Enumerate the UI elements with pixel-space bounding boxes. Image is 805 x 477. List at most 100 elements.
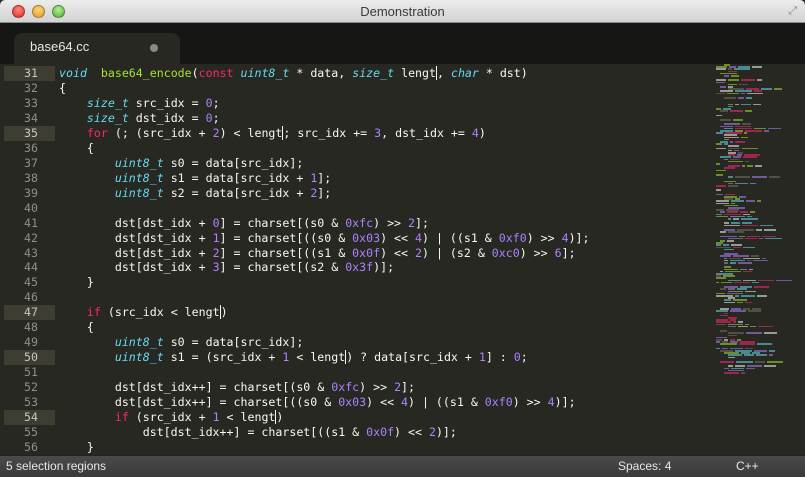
code-token: ) >> (519, 245, 555, 260)
minimap-line (767, 127, 782, 130)
code-token: ] = charset[((s0 & (219, 230, 353, 245)
code-line[interactable]: 54 if (src_idx + 1 < lengt) (4, 410, 712, 426)
code-token: ) (220, 305, 228, 320)
minimap-line (716, 68, 726, 70)
code-token: < lengt (289, 350, 346, 365)
unsaved-dot-icon[interactable] (150, 44, 158, 52)
indentation-selector[interactable]: Spaces: 4 (618, 456, 671, 477)
code-editor[interactable]: 31 void base64_encode(const uint8_t * dat… (4, 64, 801, 455)
minimap-line (757, 343, 773, 345)
tab-base64-cc[interactable]: base64.cc (14, 33, 180, 64)
code-token: < lengt (219, 410, 276, 425)
code-line[interactable]: 48 { (4, 320, 712, 335)
minimap-line (747, 165, 753, 167)
code-line[interactable]: 42 dst[dst_idx + 1] = charset[((s0 & 0x0… (4, 231, 712, 246)
code-token: ) >> (373, 215, 409, 230)
code-token: ) | ((s1 & (421, 230, 499, 245)
status-bar: 5 selection regions Spaces: 4 C++ (0, 455, 805, 477)
code-line[interactable]: 47 if (src_idx < lengt) (4, 305, 712, 321)
code-line[interactable]: 46 (4, 290, 712, 305)
code-line[interactable]: 51 (4, 365, 712, 380)
code-line[interactable]: 45 } (4, 275, 712, 290)
code-line[interactable]: 56 } (4, 440, 712, 455)
line-number: 49 (24, 335, 38, 350)
code-token: dst[dst_idx + (59, 230, 213, 245)
code-line[interactable]: 34 size_t dst_idx = 0; (4, 111, 712, 126)
minimap-line (728, 160, 744, 163)
minimap-line (724, 97, 737, 99)
type-token: void (59, 66, 87, 80)
fullscreen-icon[interactable]: ⤢ (788, 5, 797, 18)
minimap[interactable] (716, 64, 801, 455)
code-line[interactable]: 40 (4, 201, 712, 216)
code-token: dst[dst_idx + (59, 260, 213, 275)
code-line[interactable]: 41 dst[dst_idx + 0] = charset[(s0 & 0xfc… (4, 216, 712, 231)
code-token: ]; (415, 215, 429, 230)
minimap-line (716, 147, 726, 150)
code-line[interactable]: 33 size_t src_idx = 0; (4, 96, 712, 111)
minimap-line (728, 231, 745, 233)
line-number: 32 (24, 80, 38, 95)
minimap-line (754, 361, 765, 363)
close-button[interactable] (12, 5, 25, 18)
minimap-line (757, 279, 774, 282)
minimap-line (761, 88, 773, 90)
number-token: 0x03 (352, 230, 381, 245)
number-token: 1 (212, 410, 220, 425)
zoom-button[interactable] (52, 5, 65, 18)
code-line[interactable]: 38 uint8_t s1 = data[src_idx + 1]; (4, 171, 712, 186)
code-line[interactable]: 50 uint8_t s1 = (src_idx + 1 < lengt) ? … (4, 350, 712, 366)
minimap-line (744, 290, 757, 293)
code-line[interactable]: 52 dst[dst_idx++] = charset[(s0 & 0xfc) … (4, 380, 712, 395)
code-line[interactable]: 49 uint8_t s0 = data[src_idx]; (4, 335, 712, 350)
minimap-line (720, 361, 735, 363)
code-line[interactable]: 37 uint8_t s0 = data[src_idx]; (4, 156, 712, 171)
minimap-line (764, 237, 782, 240)
minimap-line (754, 165, 762, 167)
keyword-token: for (86, 125, 108, 140)
code-line[interactable]: 32 { (4, 81, 712, 96)
minimap-line (716, 174, 724, 176)
code-line[interactable]: 43 dst[dst_idx + 2] = charset[((s1 & 0x0… (4, 246, 712, 261)
number-token: 1 (212, 230, 220, 245)
minimap-line (727, 240, 734, 242)
minimap-line (741, 295, 756, 297)
code-line[interactable]: 39 uint8_t s2 = data[src_idx + 2]; (4, 186, 712, 201)
code-line[interactable]: 44 dst[dst_idx + 3] = charset[(s2 & 0x3f… (4, 260, 712, 275)
code-line[interactable]: 53 dst[dst_idx++] = charset[((s0 & 0x03)… (4, 395, 712, 410)
code-text: dst[dst_idx + 0] = charset[(s0 & 0xfc) >… (59, 216, 429, 231)
minimap-line (752, 103, 761, 106)
minimap-line (735, 141, 745, 143)
code-line[interactable]: 36 { (4, 141, 712, 156)
code-token: (src_idx < lengt (100, 305, 220, 320)
minimap-line (763, 332, 778, 334)
minimap-line (716, 281, 720, 284)
minimap-line (745, 160, 750, 163)
minimap-line (729, 110, 743, 112)
code-token: ) | (s2 & (421, 245, 492, 260)
type-token: uint8_t (240, 66, 290, 80)
code-line[interactable]: 35 for (; (src_idx + 2) < lengt; src_idx… (4, 125, 712, 141)
code-line[interactable]: 55 dst[dst_idx++] = charset[((s1 & 0x0f)… (4, 425, 712, 440)
code-line[interactable]: 31 void base64_encode(const uint8_t * dat… (4, 66, 712, 81)
minimap-line (739, 83, 749, 86)
line-number: 46 (24, 290, 38, 305)
syntax-selector[interactable]: C++ (736, 456, 759, 477)
line-number: 51 (24, 365, 38, 380)
minimap-line (724, 75, 730, 77)
minimap-line (720, 110, 728, 112)
minimap-line (763, 229, 777, 231)
minimize-button[interactable] (32, 5, 45, 18)
minimap-line (735, 103, 739, 106)
code-token: s0 = data[src_idx]; (163, 335, 304, 350)
line-number: 52 (24, 380, 38, 395)
code-token: )]; (554, 395, 576, 410)
code-token: { (59, 140, 94, 155)
number-token: 0 (513, 350, 521, 365)
minimap-line (740, 136, 749, 139)
minimap-line (716, 81, 725, 84)
minimap-line (735, 176, 751, 178)
